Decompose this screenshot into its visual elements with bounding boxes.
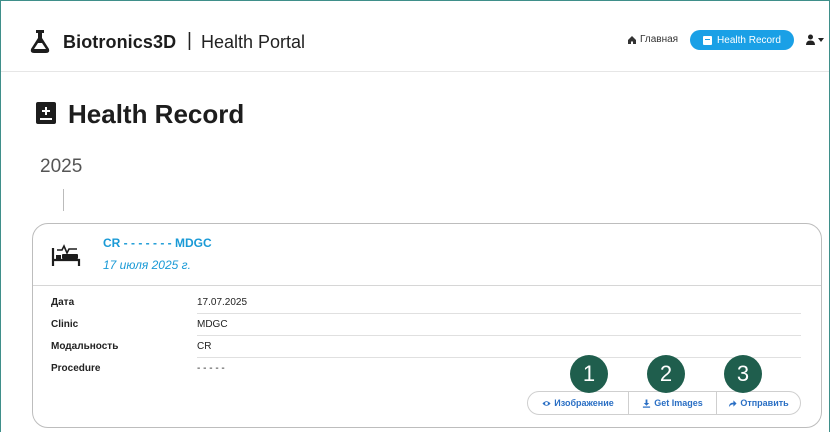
field-value: MDGC	[197, 319, 801, 336]
nav-health-record-button[interactable]: Health Record	[690, 30, 794, 50]
field-label: Procedure	[51, 363, 101, 374]
health-record-card: CR - - - - - - - MDGC 17 июля 2025 г. Да…	[32, 223, 822, 428]
annotation-marker-1: 1	[570, 355, 608, 393]
nav-health-record-label: Health Record	[717, 34, 781, 46]
brand-separator: |	[187, 30, 192, 51]
user-menu-button[interactable]	[805, 34, 824, 45]
health-record-icon	[703, 35, 713, 45]
field-label: Clinic	[51, 319, 79, 330]
study-title-link[interactable]: CR - - - - - - - MDGC	[103, 236, 212, 250]
portal-name: Health Portal	[201, 32, 306, 52]
download-icon	[643, 398, 651, 408]
hospital-bed-icon	[51, 244, 81, 266]
field-row-clinic: Clinic MDGC	[51, 314, 801, 336]
annotation-marker-2: 2	[647, 355, 685, 393]
view-image-label: Изображение	[554, 398, 614, 408]
get-images-button[interactable]: Get Images	[628, 392, 716, 414]
field-label: Модальность	[51, 341, 119, 352]
get-images-label: Get Images	[654, 398, 703, 408]
record-actions: Изображение Get Images Отправить	[527, 391, 801, 415]
medical-book-icon	[36, 102, 56, 124]
page-title: Health Record	[68, 99, 245, 129]
biotronics-logo-icon	[30, 30, 50, 53]
field-value: CR	[197, 341, 801, 358]
study-date: 17 июля 2025 г.	[103, 258, 191, 272]
field-row-procedure: Procedure - - - - -	[51, 358, 801, 380]
nav-home-link[interactable]: Главная	[627, 34, 678, 45]
field-row-modality: Модальность CR	[51, 336, 801, 358]
home-icon	[628, 35, 636, 44]
send-label: Отправить	[740, 398, 789, 408]
chevron-down-icon	[818, 37, 824, 42]
annotation-marker-3: 3	[724, 355, 762, 393]
field-value: - - - - -	[197, 363, 225, 374]
top-navigation-bar: Biotronics3D | Health Portal Главная Hea…	[1, 0, 829, 72]
nav-home-label: Главная	[640, 34, 679, 45]
brand-name: Biotronics3D	[63, 32, 177, 52]
field-row-date: Дата 17.07.2025	[51, 292, 801, 314]
send-button[interactable]: Отправить	[716, 392, 800, 414]
eye-icon	[542, 400, 551, 406]
timeline-connector	[63, 189, 64, 211]
field-label: Дата	[51, 297, 75, 308]
field-value: 17.07.2025	[197, 297, 801, 314]
view-image-button[interactable]: Изображение	[528, 392, 628, 414]
timeline-year: 2025	[40, 156, 83, 177]
record-card-header: CR - - - - - - - MDGC 17 июля 2025 г.	[33, 224, 821, 286]
user-icon	[806, 34, 815, 45]
share-arrow-icon	[729, 399, 737, 407]
